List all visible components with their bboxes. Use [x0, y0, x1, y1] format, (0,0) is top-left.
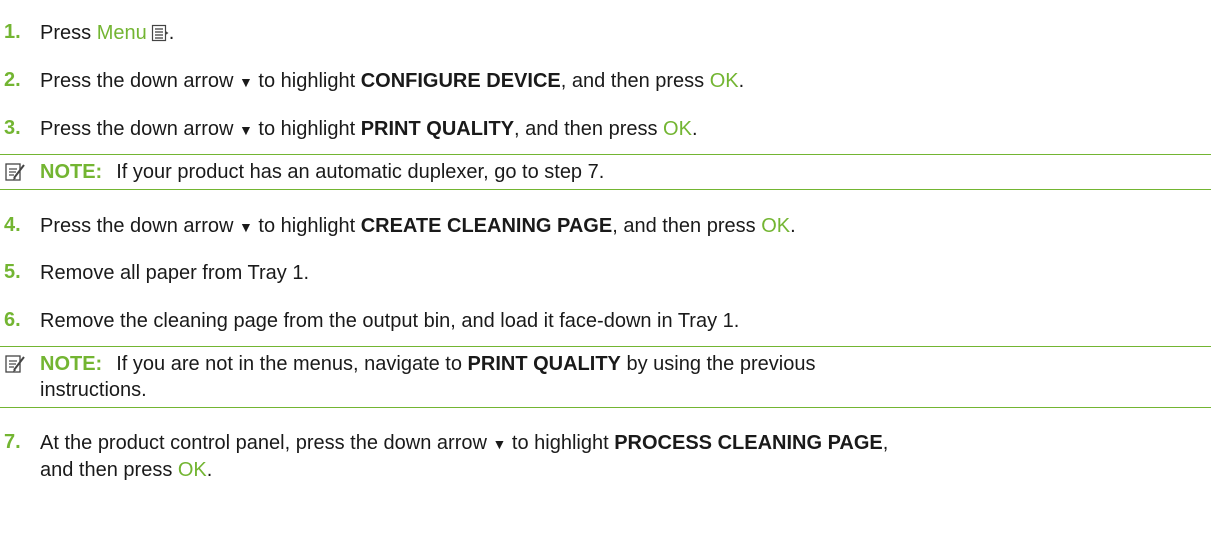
ok-button-label: OK	[663, 118, 692, 140]
step-number: 1.	[4, 21, 21, 43]
down-arrow-icon: ▼	[238, 74, 253, 90]
note-icon	[4, 161, 26, 189]
step-text: Press the down arrow ▼ to highlight CONF…	[40, 70, 745, 92]
step-number: 3.	[4, 117, 21, 139]
step-number: 5.	[4, 261, 21, 283]
step-text: Press the down arrow ▼ to highlight PRIN…	[40, 118, 698, 140]
ok-button-label: OK	[177, 459, 207, 481]
note-label: NOTE:	[40, 353, 103, 375]
menu-icon	[151, 23, 169, 49]
note-label: NOTE:	[40, 161, 103, 183]
note-box: NOTE: If your product has an automatic du…	[0, 154, 1211, 190]
note-box: NOTE: If you are not in the menus, naviga…	[0, 346, 1211, 408]
step-text: Press Menu.	[40, 20, 1198, 49]
note-text: NOTE: If your product has an automatic du…	[40, 161, 605, 183]
menu-item-name: CREATE CLEANING PAGE	[360, 215, 613, 237]
step-number: 2.	[4, 69, 21, 91]
step-text: At the product control panel, press the …	[40, 432, 889, 481]
step-text: Remove all paper from Tray 1.	[40, 262, 309, 284]
down-arrow-icon: ▼	[492, 436, 507, 452]
ok-button-label: OK	[761, 215, 791, 237]
step-text: Remove the cleaning page from the output…	[40, 310, 740, 332]
note-text: NOTE: If you are not in the menus, naviga…	[40, 353, 816, 401]
step-number: 6.	[4, 309, 21, 331]
menu-item-name: CONFIGURE DEVICE	[360, 70, 561, 92]
note-icon	[4, 353, 26, 381]
down-arrow-icon: ▼	[238, 219, 253, 235]
menu-item-name: PRINT QUALITY	[360, 118, 515, 140]
step-number: 4.	[4, 214, 21, 236]
menu-item-name: PRINT QUALITY	[467, 353, 621, 375]
menu-item-name: PROCESS CLEANING PAGE	[614, 432, 883, 454]
ok-button-label: OK	[709, 70, 739, 92]
menu-button-label: Menu	[96, 22, 147, 44]
step-text: Press the down arrow ▼ to highlight CREA…	[40, 215, 796, 237]
down-arrow-icon: ▼	[238, 122, 253, 138]
step-number: 7.	[4, 431, 21, 453]
instruction-page: 1. Press Menu. 2. Press the down arrow ▼…	[0, 0, 1218, 556]
